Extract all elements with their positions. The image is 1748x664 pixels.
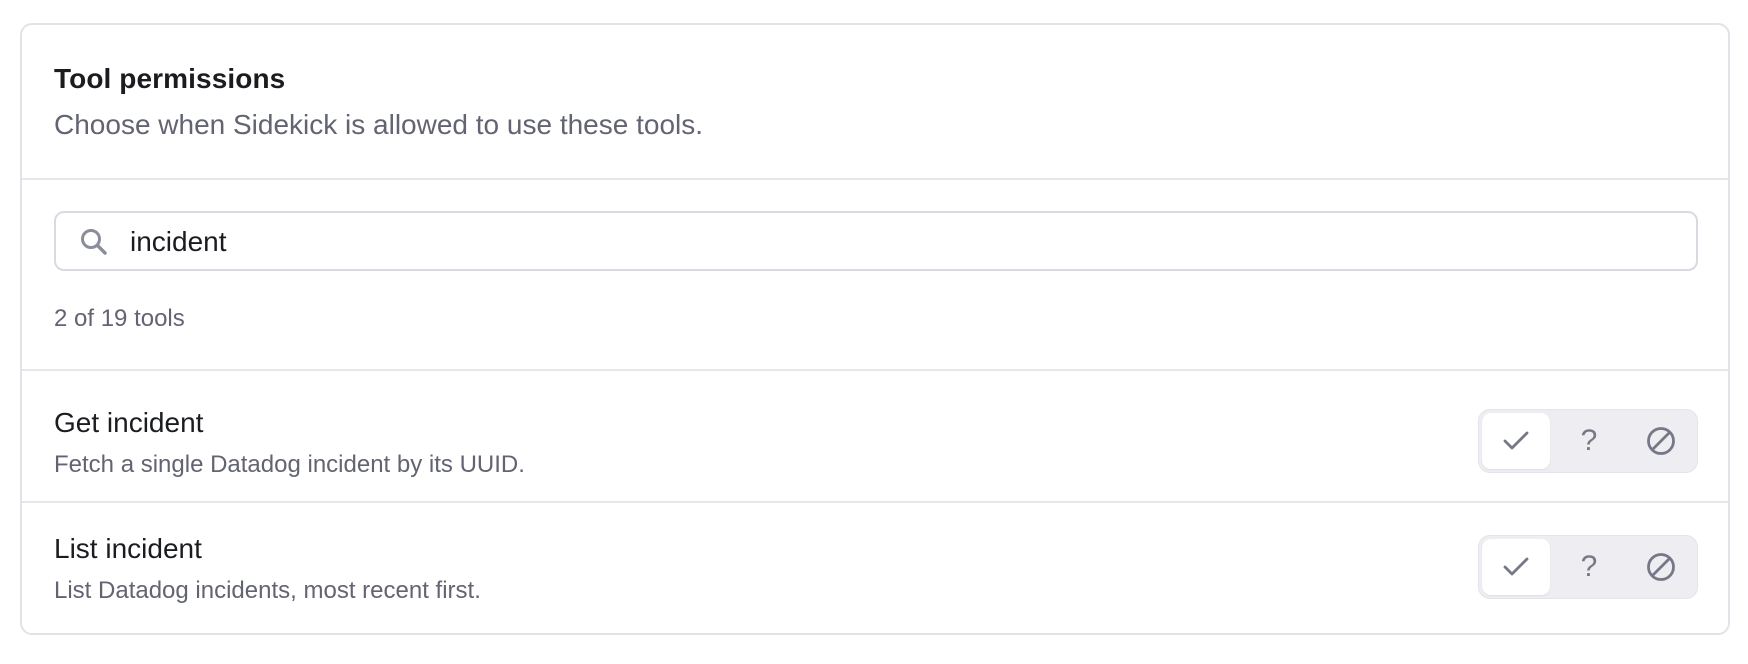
- search-input[interactable]: incident: [54, 211, 1698, 271]
- ask-button[interactable]: ?: [1555, 539, 1623, 595]
- ask-button[interactable]: ?: [1555, 413, 1623, 469]
- allow-button[interactable]: [1482, 539, 1550, 595]
- search-value: incident: [130, 226, 227, 257]
- tool-row: Get incident Fetch a single Datadog inci…: [22, 371, 1728, 495]
- permission-selector: ?: [1478, 535, 1698, 599]
- deny-button[interactable]: [1627, 539, 1695, 595]
- search-icon: [78, 226, 110, 258]
- check-icon: [1503, 556, 1529, 578]
- tool-description: List Datadog incidents, most recent firs…: [54, 577, 481, 604]
- tool-name: List incident: [54, 533, 202, 564]
- tool-row: List incident List Datadog incidents, mo…: [22, 497, 1728, 621]
- tool-permissions-card: Tool permissions Choose when Sidekick is…: [20, 23, 1730, 635]
- card-header: [22, 25, 1728, 180]
- check-icon: [1503, 430, 1529, 452]
- permission-selector: ?: [1478, 409, 1698, 473]
- card-subtitle: Choose when Sidekick is allowed to use t…: [54, 109, 704, 140]
- tool-count: 2 of 19 tools: [54, 305, 185, 332]
- question-icon: ?: [1580, 550, 1598, 583]
- tool-description: Fetch a single Datadog incident by its U…: [54, 451, 525, 478]
- question-icon: ?: [1580, 424, 1598, 457]
- tool-name: Get incident: [54, 407, 204, 438]
- card-title: Tool permissions: [54, 63, 286, 94]
- allow-button[interactable]: [1482, 413, 1550, 469]
- block-icon: [1646, 426, 1676, 456]
- block-icon: [1646, 552, 1676, 582]
- deny-button[interactable]: [1627, 413, 1695, 469]
